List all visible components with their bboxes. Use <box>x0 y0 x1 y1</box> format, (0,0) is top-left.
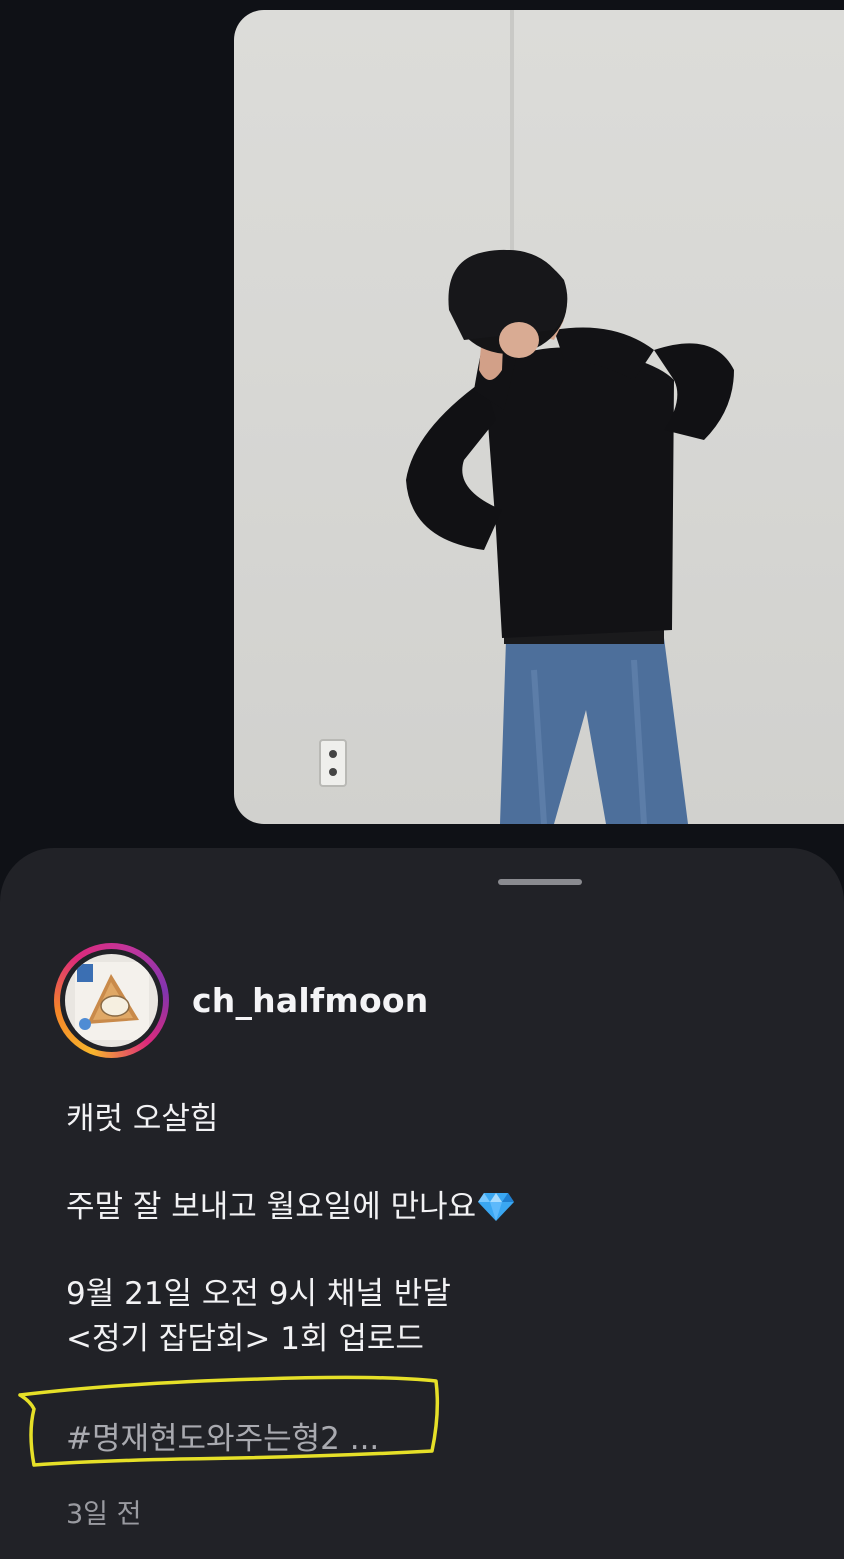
caption-line-1: 캐럿 오살힘 <box>66 1101 219 1137</box>
avatar <box>65 954 158 1047</box>
gem-emoji-icon <box>478 1189 515 1233</box>
bread-package-icon <box>75 962 149 1040</box>
story-avatar-ring[interactable] <box>54 943 169 1058</box>
post-timestamp: 3일 전 <box>66 1499 142 1530</box>
caption-line-2-row: 주말 잘 보내고 월요일에 만나요 <box>66 1185 515 1233</box>
post-viewer: ch_halfmoon 캐럿 오살힘 주말 잘 보내고 월요일에 만나요 9월 … <box>0 0 844 1559</box>
avatar-ring-gap <box>60 949 163 1052</box>
username[interactable]: ch_halfmoon <box>192 981 428 1020</box>
post-details-sheet: ch_halfmoon 캐럿 오살힘 주말 잘 보내고 월요일에 만나요 9월 … <box>0 848 844 1559</box>
caption-line-2: 주말 잘 보내고 월요일에 만나요 <box>66 1189 477 1225</box>
post-photo[interactable] <box>234 10 844 824</box>
sheet-grabber[interactable] <box>498 879 582 885</box>
hashtag-more-link[interactable]: #명재현도와주는형2 ... <box>66 1413 379 1458</box>
caption-line-4: <정기 잡담회> 1회 업로드 <box>66 1321 424 1357</box>
photo-person-illustration <box>319 10 734 824</box>
caption-line-3: 9월 21일 오전 9시 채널 반달 <box>66 1276 451 1312</box>
